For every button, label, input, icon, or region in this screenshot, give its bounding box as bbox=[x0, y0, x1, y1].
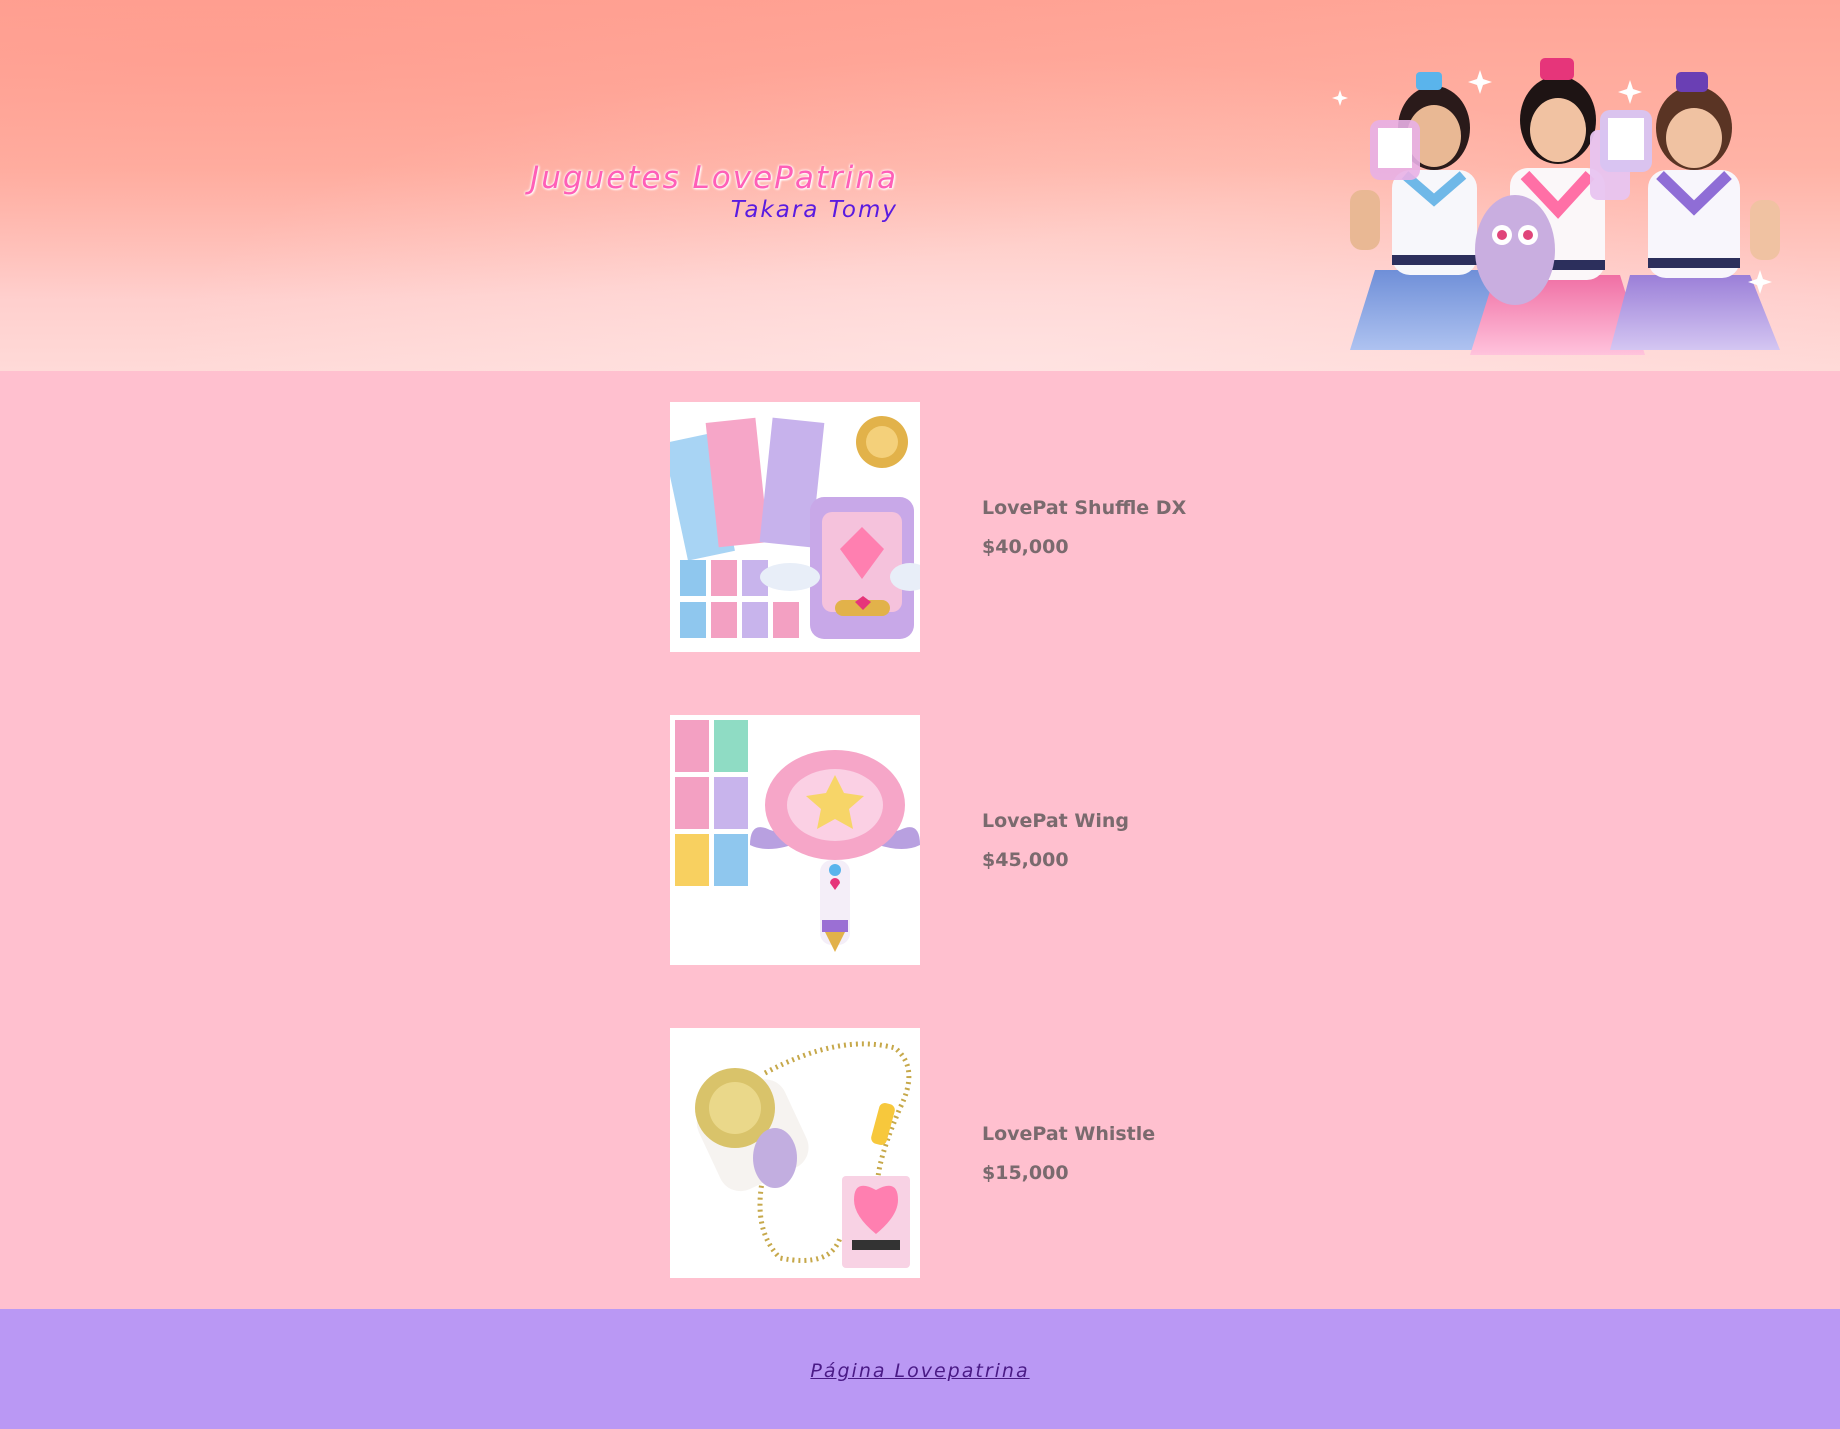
product-image-wing[interactable] bbox=[670, 715, 920, 965]
product-image-whistle[interactable] bbox=[670, 1028, 920, 1278]
product-info: LovePat Shuffle DX $40,000 bbox=[982, 402, 1186, 652]
idols-banner-image bbox=[1330, 50, 1840, 371]
product-item: LovePat Wing $45,000 bbox=[670, 715, 1290, 965]
product-item: LovePat Whistle $15,000 bbox=[670, 1028, 1290, 1278]
product-price: $15,000 bbox=[982, 1161, 1069, 1184]
product-price: $45,000 bbox=[982, 848, 1069, 871]
site-subtitle: Takara Tomy bbox=[730, 197, 898, 223]
site-footer: Página Lovepatrina bbox=[0, 1309, 1840, 1429]
site-title: Juguetes LovePatrina bbox=[530, 160, 898, 196]
product-name: LovePat Whistle bbox=[982, 1122, 1156, 1145]
product-item: LovePat Shuffle DX $40,000 bbox=[670, 402, 1290, 652]
product-name: LovePat Wing bbox=[982, 809, 1129, 832]
product-info: LovePat Wing $45,000 bbox=[982, 715, 1129, 965]
product-image-shuffle-dx[interactable] bbox=[670, 402, 920, 652]
site-header: Juguetes LovePatrina Takara Tomy bbox=[0, 0, 1840, 371]
idol-right bbox=[1600, 72, 1780, 350]
lovepatrina-page-link[interactable]: Página Lovepatrina bbox=[810, 1360, 1029, 1382]
idol-middle bbox=[1470, 58, 1645, 355]
product-info: LovePat Whistle $15,000 bbox=[982, 1028, 1155, 1278]
title-block: Juguetes LovePatrina Takara Tomy bbox=[480, 160, 898, 224]
product-price: $40,000 bbox=[982, 535, 1069, 558]
product-name: LovePat Shuffle DX bbox=[982, 496, 1187, 519]
